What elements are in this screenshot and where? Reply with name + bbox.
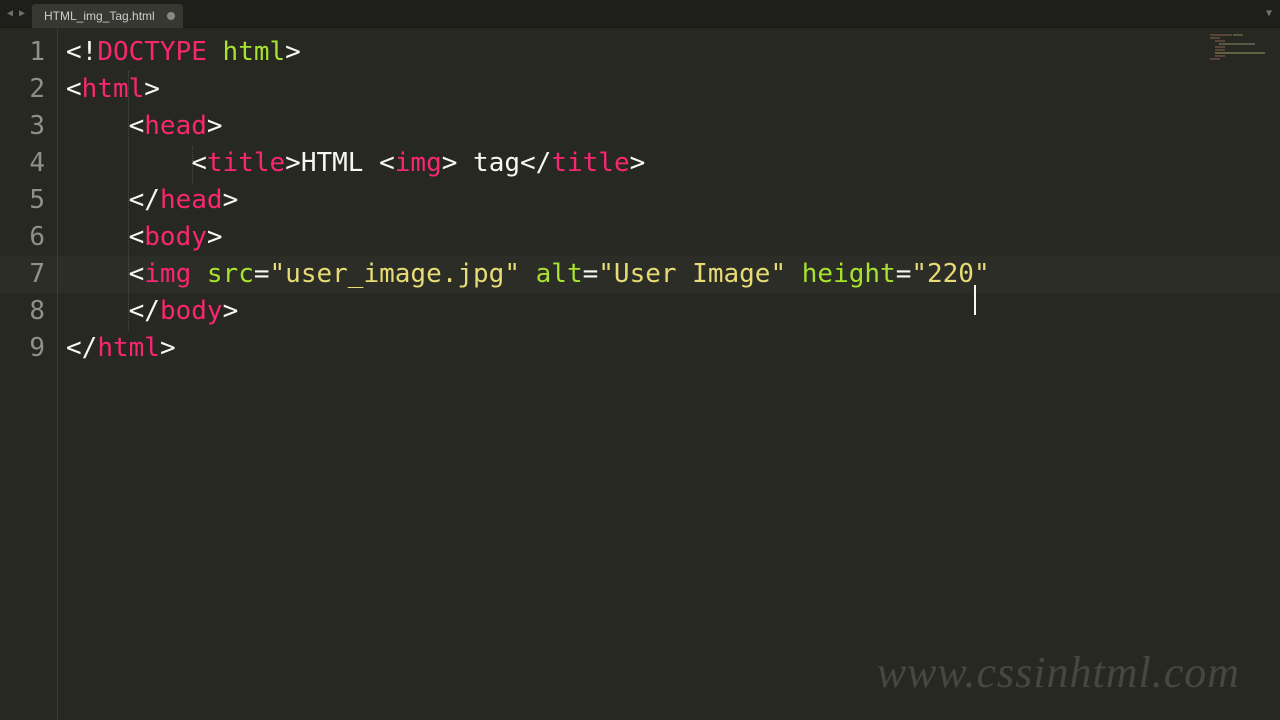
code-line: <head>: [66, 108, 1280, 145]
line-number: 4: [0, 145, 57, 182]
watermark: www.cssinhtml.com: [877, 647, 1240, 698]
code-line-active: <img src="user_image.jpg" alt="User Imag…: [66, 256, 1280, 293]
indent-guide: [192, 146, 193, 183]
line-number: 1: [0, 34, 57, 71]
dirty-indicator-icon: [167, 12, 175, 20]
tab-menu-icon[interactable]: ▼: [1266, 8, 1280, 19]
line-number: 6: [0, 219, 57, 256]
line-number: 2: [0, 71, 57, 108]
code-area[interactable]: <!DOCTYPE html> <html> <head> <title>HTM…: [58, 28, 1280, 720]
nav-forward-icon[interactable]: ▶: [16, 8, 28, 20]
code-line: </html>: [66, 330, 1280, 367]
tab-bar: ◀ ▶ HTML_img_Tag.html ▼: [0, 0, 1280, 28]
code-line: </body>: [66, 293, 1280, 330]
tab-filename: HTML_img_Tag.html: [44, 9, 155, 23]
code-line: </head>: [66, 182, 1280, 219]
code-line: <body>: [66, 219, 1280, 256]
nav-back-icon[interactable]: ◀: [4, 8, 16, 20]
gutter: 1 2 3 4 5 6 7 8 9: [0, 28, 58, 720]
line-number: 8: [0, 293, 57, 330]
line-number: 3: [0, 108, 57, 145]
line-number: 5: [0, 182, 57, 219]
code-line: <html>: [66, 71, 1280, 108]
editor: 1 2 3 4 5 6 7 8 9 <!DOCTYPE html> <html>…: [0, 28, 1280, 720]
code-line: <!DOCTYPE html>: [66, 34, 1280, 71]
line-number: 9: [0, 330, 57, 367]
file-tab[interactable]: HTML_img_Tag.html: [32, 4, 183, 28]
code-line: <title>HTML <img> tag</title>: [66, 145, 1280, 182]
minimap[interactable]: [1210, 34, 1266, 56]
nav-arrows: ◀ ▶: [0, 8, 32, 20]
